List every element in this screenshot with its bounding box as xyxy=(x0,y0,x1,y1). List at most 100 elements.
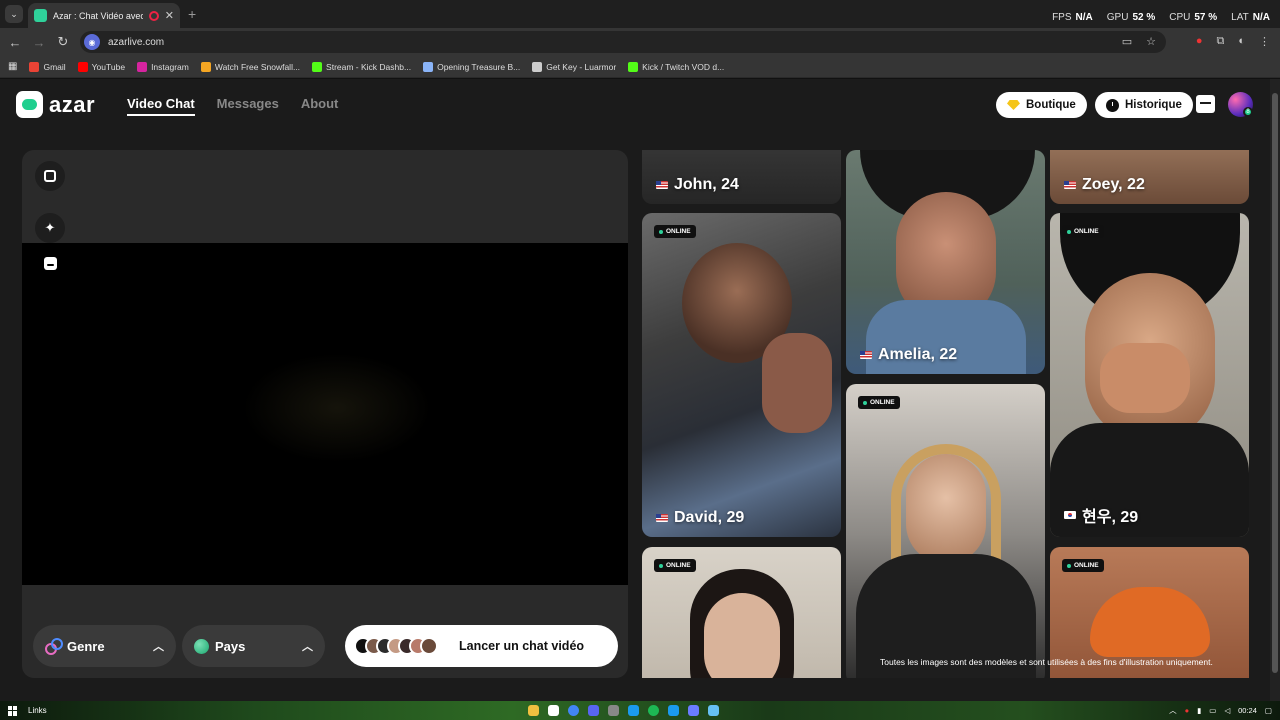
recording-icon xyxy=(148,10,159,21)
forward-arrow-icon[interactable]: → xyxy=(27,35,51,50)
nav-video-chat[interactable]: Video Chat xyxy=(127,96,195,116)
profile-card-david[interactable]: ONLINE David, 29 xyxy=(642,213,841,537)
microphone-icon[interactable]: ▮ xyxy=(1197,706,1201,715)
back-arrow-icon[interactable]: ← xyxy=(3,35,27,50)
app-icon[interactable] xyxy=(608,705,619,716)
app-icon[interactable] xyxy=(628,705,639,716)
profile-card-zoey[interactable]: Zoey, 22 xyxy=(1050,150,1249,204)
performance-overlay: FPS N/A GPU 52 % CPU 57 % LAT N/A xyxy=(1052,12,1270,23)
perf-lat: LAT N/A xyxy=(1231,12,1270,23)
launch-label: Lancer un chat vidéo xyxy=(459,639,585,653)
reload-icon[interactable]: ↻ xyxy=(51,34,75,50)
face-avatar xyxy=(420,637,438,655)
profile-card-john[interactable]: John, 24 xyxy=(642,150,841,204)
apps-grid-icon[interactable]: ▦ xyxy=(8,61,17,72)
bookmark-snowfall[interactable]: Watch Free Snowfall... xyxy=(200,61,300,72)
perf-gpu: GPU 52 % xyxy=(1106,12,1156,23)
magic-wand-icon[interactable]: ✦ xyxy=(35,213,65,243)
gem-icon xyxy=(1007,100,1020,110)
us-flag-icon xyxy=(860,351,872,359)
spotify-icon[interactable] xyxy=(648,705,659,716)
extensions-puzzle-icon[interactable]: ⧉ xyxy=(1216,35,1224,48)
browser-tab-azar[interactable]: Azar : Chat Vidéo avec de n ✕ xyxy=(28,3,180,28)
steam-icon[interactable] xyxy=(708,705,719,716)
omnibox-actions: ▭ ☆ xyxy=(1122,35,1156,48)
inbox-icon[interactable] xyxy=(1196,95,1215,113)
genre-filter-button[interactable]: Genre ︿ xyxy=(33,625,176,667)
card-name: 현우, 29 xyxy=(1064,503,1138,527)
app-icon[interactable] xyxy=(668,705,679,716)
network-icon[interactable]: ▭ xyxy=(1209,706,1216,715)
app-icon[interactable] xyxy=(548,705,559,716)
cast-icon[interactable]: ▭ xyxy=(1122,35,1132,48)
gmail-icon xyxy=(29,61,40,72)
bookmark-gmail[interactable]: Gmail xyxy=(29,61,66,72)
kr-flag-icon xyxy=(1064,511,1076,519)
profile-card-hyunwoo[interactable]: ONLINE 현우, 29 xyxy=(1050,213,1249,537)
bookmark-kick-vod[interactable]: Kick / Twitch VOD d... xyxy=(628,61,724,72)
file-explorer-icon[interactable] xyxy=(528,705,539,716)
azar-favicon-icon xyxy=(34,9,47,22)
page-scrollbar[interactable] xyxy=(1270,79,1280,701)
app-icon[interactable] xyxy=(688,705,699,716)
bookmark-instagram[interactable]: Instagram xyxy=(137,61,189,72)
azar-logo[interactable]: azar xyxy=(16,91,95,118)
profile-grid: John, 24 ONLINE David, 29 ONLINE Amelia,… xyxy=(642,150,1249,678)
new-tab-button[interactable]: + xyxy=(188,6,196,22)
profile-card-sofia[interactable]: ONLINE xyxy=(846,384,1045,678)
address-bar[interactable]: ◉ azarlive.com ▭ ☆ xyxy=(80,31,1166,53)
online-badge: ONLINE xyxy=(654,559,696,572)
profile-photo-face xyxy=(704,593,780,678)
tab-close-button[interactable]: ✕ xyxy=(165,9,174,22)
boutique-button[interactable]: Boutique xyxy=(996,92,1087,118)
windows-start-icon[interactable] xyxy=(8,705,18,716)
video-panel: ✦ Genre ︿ Pays ︿ Lancer un chat vidéo xyxy=(22,150,628,678)
volume-icon[interactable]: ◁ xyxy=(1224,706,1230,715)
clock-time[interactable]: 00:24 xyxy=(1238,706,1257,715)
historique-label: Historique xyxy=(1125,99,1182,111)
links-toolbar[interactable]: Links xyxy=(28,706,47,715)
d-icon xyxy=(628,61,639,72)
bookmark-youtube[interactable]: YouTube xyxy=(77,61,125,72)
bookmark-treasure[interactable]: Opening Treasure B... xyxy=(423,61,520,72)
more-menu-icon[interactable]: ⋮ xyxy=(1259,35,1270,48)
site-info-icon[interactable]: ◉ xyxy=(84,34,100,50)
discord-icon[interactable] xyxy=(588,705,599,716)
face-filter-icon[interactable] xyxy=(35,248,65,278)
youtube-icon xyxy=(77,61,88,72)
bookmark-kick-dashboard[interactable]: Stream - Kick Dashb... xyxy=(312,61,411,72)
bookmarks-bar: ▦ Gmail YouTube Instagram Watch Free Sno… xyxy=(0,56,1280,78)
extension-icon[interactable]: ● xyxy=(1196,35,1203,48)
bookmark-star-icon[interactable]: ☆ xyxy=(1146,35,1156,48)
video-faint-content xyxy=(242,353,432,463)
pays-filter-button[interactable]: Pays ︿ xyxy=(182,625,325,667)
tab-search-button[interactable]: ⌄ xyxy=(5,5,23,23)
historique-button[interactable]: Historique xyxy=(1095,92,1193,118)
card-name: Amelia, 22 xyxy=(860,346,957,364)
perf-fps: FPS N/A xyxy=(1052,12,1093,23)
launch-video-chat-button[interactable]: Lancer un chat vidéo xyxy=(345,625,618,667)
address-url[interactable]: azarlive.com xyxy=(108,37,164,48)
card-name: John, 24 xyxy=(656,176,739,194)
scrollbar-thumb[interactable] xyxy=(1272,93,1278,673)
nav-about[interactable]: About xyxy=(301,96,339,116)
profile-card-online[interactable]: ONLINE xyxy=(642,547,841,678)
bookmark-luarmor[interactable]: Get Key - Luarmor xyxy=(532,61,616,72)
azar-logo-icon xyxy=(16,91,43,118)
clock-icon xyxy=(1106,98,1119,112)
card-name: Zoey, 22 xyxy=(1064,176,1145,194)
chrome-icon[interactable] xyxy=(568,705,579,716)
instagram-icon xyxy=(137,61,148,72)
tray-chevron-icon[interactable]: ︿ xyxy=(1169,705,1177,716)
nav-messages[interactable]: Messages xyxy=(217,96,279,116)
hd-icon xyxy=(200,61,211,72)
notifications-icon[interactable]: ▢ xyxy=(1265,706,1272,715)
profile-icon[interactable]: ◐ xyxy=(1238,35,1245,48)
us-flag-icon xyxy=(1064,181,1076,189)
expand-icon[interactable] xyxy=(35,161,65,191)
extension-area: ● ⧉ ◐ ⋮ xyxy=(1196,35,1270,48)
tray-app-icon[interactable]: ● xyxy=(1185,706,1190,715)
main-nav: Video Chat Messages About xyxy=(127,96,338,116)
gender-icon xyxy=(45,638,63,655)
profile-card-amelia[interactable]: Amelia, 22 xyxy=(846,150,1045,374)
